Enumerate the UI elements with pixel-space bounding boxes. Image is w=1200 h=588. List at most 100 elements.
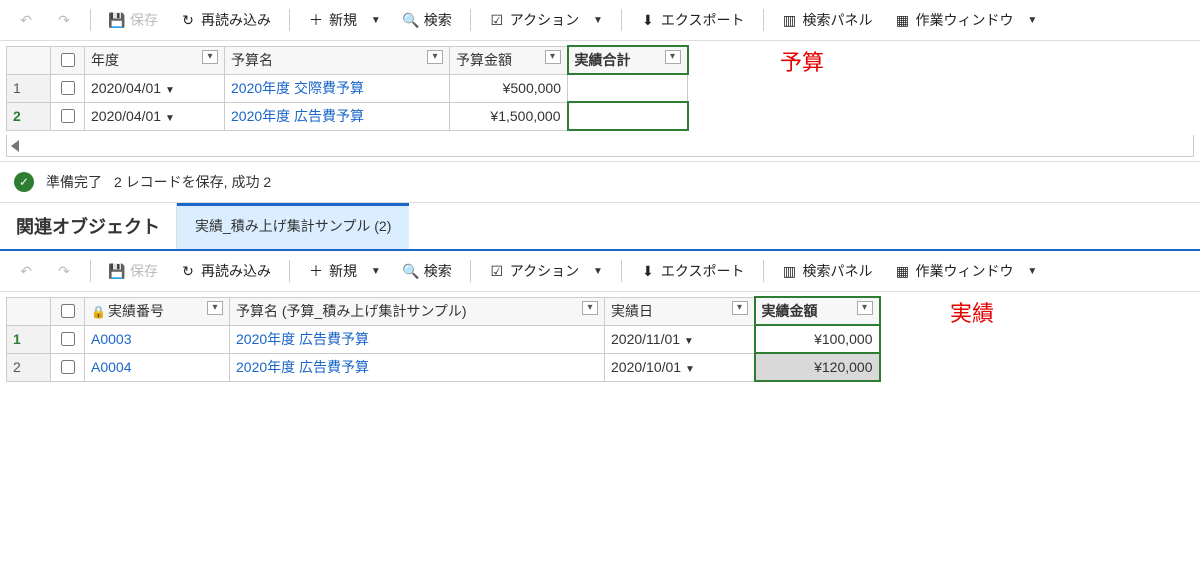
cell-actual-amount[interactable]: ¥100,000	[755, 325, 880, 353]
new-button[interactable]: ＋新規 ▼	[300, 6, 389, 34]
filter-icon[interactable]: ▾	[202, 50, 218, 64]
chevron-down-icon[interactable]: ▼	[165, 85, 175, 96]
cell-budget-name[interactable]: 2020年度 広告費予算	[230, 325, 605, 353]
success-icon: ✓	[14, 172, 34, 192]
search-panel-button[interactable]: ▥検索パネル	[774, 6, 881, 34]
chevron-down-icon[interactable]: ▼	[685, 364, 695, 375]
col-budget-name[interactable]: 予算名▾	[225, 46, 450, 74]
cell-budget-amount[interactable]: ¥1,500,000	[450, 102, 568, 130]
filter-icon[interactable]: ▾	[545, 50, 561, 64]
work-window-button[interactable]: ▦作業ウィンドウ ▼	[887, 257, 1046, 285]
redo-button[interactable]: ↷	[48, 259, 80, 283]
corner-cell[interactable]	[7, 297, 51, 325]
row-number[interactable]: 2	[7, 353, 51, 381]
new-button[interactable]: ＋新規 ▼	[300, 257, 389, 285]
row-number[interactable]: 1	[7, 325, 51, 353]
cell-actual-date[interactable]: 2020/10/01 ▼	[605, 353, 755, 381]
select-all-checkbox[interactable]	[51, 297, 85, 325]
export-button[interactable]: ⬇エクスポート	[632, 257, 753, 285]
chevron-down-icon: ▼	[593, 266, 603, 277]
col-budget-name[interactable]: 予算名 (予算_積み上げ集計サンプル)▾	[230, 297, 605, 325]
cell-budget-name[interactable]: 2020年度 広告費予算	[230, 353, 605, 381]
col-year[interactable]: 年度▾	[85, 46, 225, 74]
redo-icon: ↷	[56, 263, 72, 279]
window-icon: ▦	[895, 263, 911, 279]
table-row[interactable]: 2 A0004 2020年度 広告費予算 2020/10/01 ▼ ¥120,0…	[7, 353, 880, 381]
col-actual-date[interactable]: 実績日▾	[605, 297, 755, 325]
action-icon: ☑	[489, 263, 505, 279]
filter-icon[interactable]: ▾	[857, 301, 873, 315]
table-row[interactable]: 1 A0003 2020年度 広告費予算 2020/11/01 ▼ ¥100,0…	[7, 325, 880, 353]
cell-year[interactable]: 2020/04/01 ▼	[85, 74, 225, 102]
cell-year[interactable]: 2020/04/01 ▼	[85, 102, 225, 130]
reload-button[interactable]: ↻再読み込み	[172, 6, 279, 34]
row-checkbox[interactable]	[51, 353, 85, 381]
separator	[621, 260, 622, 282]
cell-actual-total[interactable]	[568, 74, 688, 102]
action-button[interactable]: ☑アクション ▼	[481, 6, 611, 34]
cell-actual-no[interactable]: A0004	[85, 353, 230, 381]
select-all-checkbox[interactable]	[51, 46, 85, 74]
action-label: アクション	[510, 10, 579, 30]
corner-cell[interactable]	[7, 46, 51, 74]
chevron-down-icon[interactable]: ▼	[684, 336, 694, 347]
tab-bar: 関連オブジェクト 実績_積み上げ集計サンプル (2)	[0, 203, 1200, 251]
reload-button[interactable]: ↻再読み込み	[172, 257, 279, 285]
horizontal-scrollbar[interactable]	[6, 135, 1194, 157]
row-checkbox[interactable]	[51, 102, 85, 130]
work-window-button[interactable]: ▦作業ウィンドウ ▼	[887, 6, 1046, 34]
export-button[interactable]: ⬇エクスポート	[632, 6, 753, 34]
save-button[interactable]: 💾保存	[101, 6, 166, 34]
row-checkbox[interactable]	[51, 74, 85, 102]
filter-icon[interactable]: ▾	[732, 301, 748, 315]
tab-related-objects[interactable]: 関連オブジェクト	[0, 203, 177, 249]
action-button[interactable]: ☑アクション ▼	[481, 257, 611, 285]
row-number[interactable]: 1	[7, 74, 51, 102]
table-row[interactable]: 2 2020/04/01 ▼ 2020年度 広告費予算 ¥1,500,000	[7, 102, 688, 130]
download-icon: ⬇	[640, 263, 656, 279]
cell-actual-amount[interactable]: ¥120,000	[755, 353, 880, 381]
cell-actual-total[interactable]	[568, 102, 688, 130]
cell-budget-amount[interactable]: ¥500,000	[450, 74, 568, 102]
filter-icon[interactable]: ▾	[665, 50, 681, 64]
col-budget-amount[interactable]: 予算金額▾	[450, 46, 568, 74]
row-checkbox[interactable]	[51, 325, 85, 353]
reload-icon: ↻	[180, 12, 196, 28]
annotation-actual: 実績	[950, 296, 994, 328]
col-actual-no[interactable]: 🔒実績番号▾	[85, 297, 230, 325]
search-panel-button[interactable]: ▥検索パネル	[774, 257, 881, 285]
status-message: 2 レコードを保存, 成功 2	[114, 172, 271, 192]
annotation-budget: 予算	[780, 45, 824, 77]
scroll-left-icon	[11, 140, 19, 152]
save-icon: 💾	[109, 263, 125, 279]
undo-icon: ↶	[18, 263, 34, 279]
save-button[interactable]: 💾保存	[101, 257, 166, 285]
col-actual-amount[interactable]: 実績金額▾	[755, 297, 880, 325]
filter-icon[interactable]: ▾	[207, 301, 223, 315]
work-window-label: 作業ウィンドウ	[916, 10, 1014, 30]
undo-button[interactable]: ↶	[10, 259, 42, 283]
undo-button[interactable]: ↶	[10, 8, 42, 32]
panel-icon: ▥	[782, 263, 798, 279]
search-button[interactable]: 🔍検索	[395, 257, 460, 285]
lower-grid: 🔒実績番号▾ 予算名 (予算_積み上げ集計サンプル)▾ 実績日▾ 実績金額▾ 1…	[6, 296, 881, 382]
chevron-down-icon[interactable]: ▼	[165, 113, 175, 124]
search-button[interactable]: 🔍検索	[395, 6, 460, 34]
plus-icon: ＋	[308, 12, 324, 28]
separator	[763, 260, 764, 282]
filter-icon[interactable]: ▾	[582, 301, 598, 315]
save-label: 保存	[130, 10, 158, 30]
cell-actual-no[interactable]: A0003	[85, 325, 230, 353]
table-row[interactable]: 1 2020/04/01 ▼ 2020年度 交際費予算 ¥500,000	[7, 74, 688, 102]
lock-icon: 🔒	[91, 305, 106, 319]
status-ready: 準備完了	[46, 172, 102, 192]
cell-budget-name[interactable]: 2020年度 広告費予算	[225, 102, 450, 130]
col-actual-total[interactable]: 実績合計▾	[568, 46, 688, 74]
cell-budget-name[interactable]: 2020年度 交際費予算	[225, 74, 450, 102]
cell-actual-date[interactable]: 2020/11/01 ▼	[605, 325, 755, 353]
filter-icon[interactable]: ▾	[427, 50, 443, 64]
tab-actual-rollup[interactable]: 実績_積み上げ集計サンプル (2)	[177, 203, 409, 249]
redo-button[interactable]: ↷	[48, 8, 80, 32]
upper-toolbar: ↶ ↷ 💾保存 ↻再読み込み ＋新規 ▼ 🔍検索 ☑アクション ▼ ⬇エクスポー…	[0, 0, 1200, 41]
row-number[interactable]: 2	[7, 102, 51, 130]
